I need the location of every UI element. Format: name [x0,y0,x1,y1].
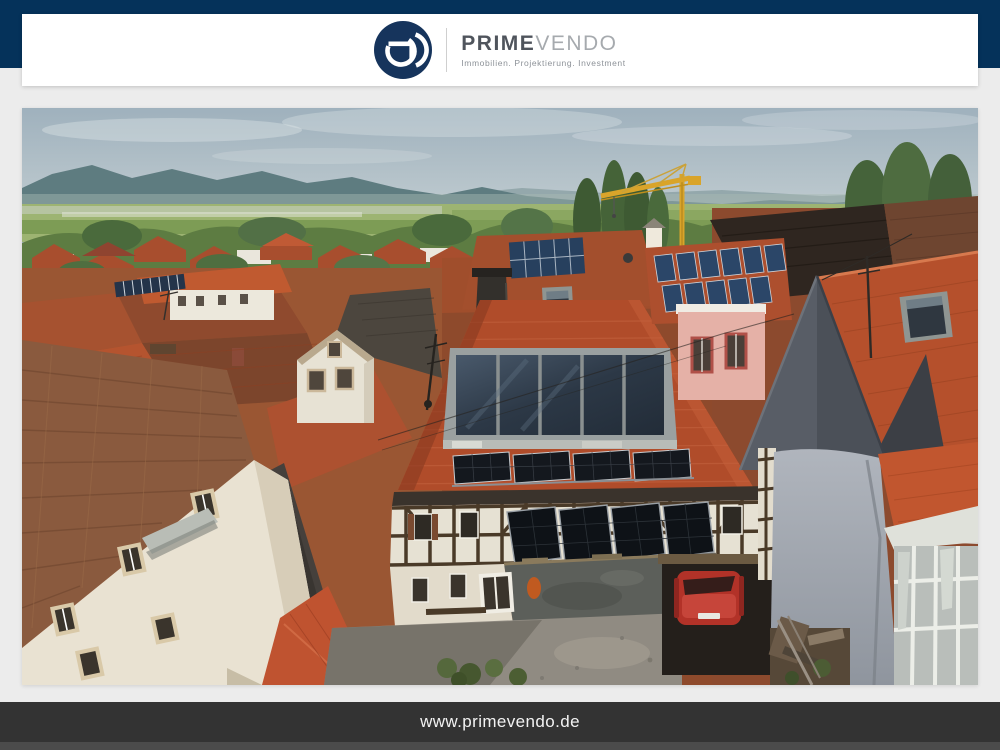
red-car [674,571,744,625]
gray-wall-house [758,442,978,685]
footer-url[interactable]: www.primevendo.de [0,702,1000,742]
brand-word-vendo: VENDO [535,32,617,55]
conservatory [884,506,978,685]
brand-divider [446,28,447,72]
roof-skylight [899,291,952,343]
brand-tagline: Immobilien. Projektierung. Investment [461,58,625,68]
footer-accent-strip [0,742,1000,750]
glass-skylight-band [443,348,677,449]
brand-wordmark: PRIMEVENDO Immobilien. Projektierung. In… [461,32,625,68]
brand-word-prime: PRIME [461,32,535,55]
aerial-photo [22,108,978,685]
brand-lockup: PRIMEVENDO Immobilien. Projektierung. In… [374,21,625,79]
header-card: PRIMEVENDO Immobilien. Projektierung. In… [22,14,978,86]
brand-logo-icon [374,21,432,79]
footer-bar: www.primevendo.de [0,702,1000,750]
